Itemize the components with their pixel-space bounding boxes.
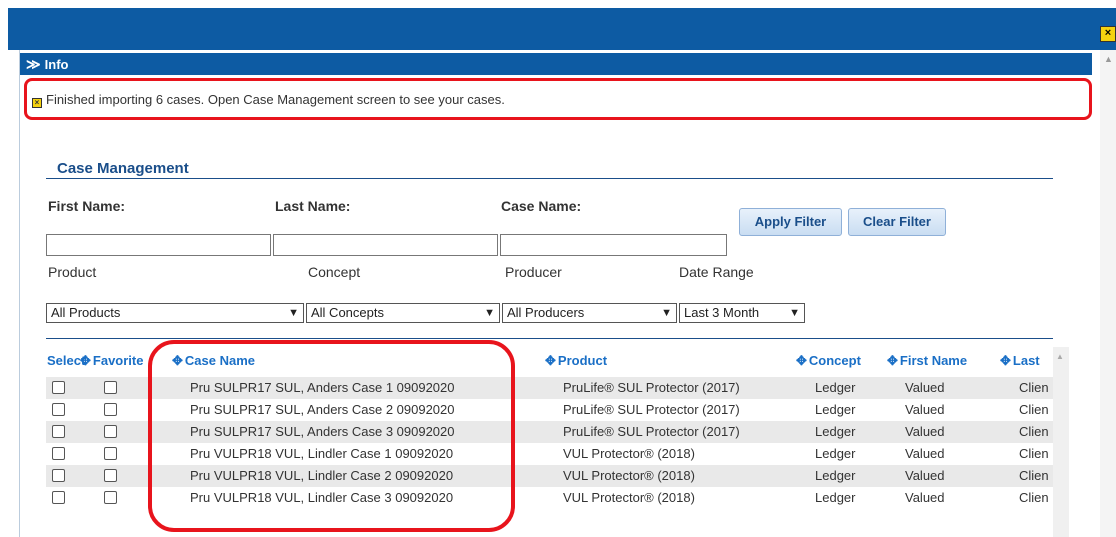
col-first-name-header[interactable]: ✥ First Name <box>887 353 967 369</box>
concept-cell: Ledger <box>815 490 856 505</box>
first-name-cell: Valued <box>905 402 945 417</box>
info-panel-header[interactable]: ≫ Info <box>20 53 1092 75</box>
scroll-up-icon[interactable]: ▲ <box>1056 352 1064 361</box>
move-column-icon[interactable]: ✥ <box>796 353 807 368</box>
clear-filter-button[interactable]: Clear Filter <box>848 208 946 236</box>
producer-label: Producer <box>505 264 562 280</box>
chevron-down-icon: ▼ <box>661 307 672 319</box>
first-name-cell: Valued <box>905 468 945 483</box>
col-product-header[interactable]: ✥ Product <box>545 353 607 369</box>
table-divider <box>46 338 1053 339</box>
col-first-name-label: First Name <box>899 353 968 368</box>
col-last-name-label: Last <box>1012 353 1040 368</box>
col-concept-header[interactable]: ✥ Concept <box>796 353 861 369</box>
chevron-down-icon: ▼ <box>288 307 299 319</box>
product-cell: PruLife® SUL Protector (2017) <box>563 380 740 395</box>
page-scrollbar[interactable]: ▲ <box>1100 50 1116 537</box>
product-cell: VUL Protector® (2018) <box>563 446 695 461</box>
product-label: Product <box>48 264 97 280</box>
favorite-checkbox[interactable] <box>104 447 117 460</box>
col-product-label: Product <box>557 353 608 368</box>
info-title: Info <box>44 57 69 72</box>
favorite-checkbox[interactable] <box>104 425 117 438</box>
move-column-icon[interactable]: ✥ <box>1000 353 1011 368</box>
select-checkbox[interactable] <box>52 469 65 482</box>
concept-cell: Ledger <box>815 446 856 461</box>
product-cell: PruLife® SUL Protector (2017) <box>563 402 740 417</box>
chevron-down-icon: ▼ <box>789 307 800 319</box>
concept-select-value: All Concepts <box>311 305 384 320</box>
scroll-up-icon[interactable]: ▲ <box>1104 54 1113 64</box>
concept-cell: Ledger <box>815 402 856 417</box>
select-checkbox[interactable] <box>52 381 65 394</box>
favorite-checkbox[interactable] <box>104 403 117 416</box>
favorite-checkbox[interactable] <box>104 491 117 504</box>
info-message-text: Finished importing 6 cases. Open Case Ma… <box>46 92 505 107</box>
concept-label: Concept <box>308 264 361 280</box>
product-cell: PruLife® SUL Protector (2017) <box>563 424 740 439</box>
col-favorite-label: Favorite <box>92 353 144 368</box>
move-column-icon[interactable]: ✥ <box>887 353 898 368</box>
date-range-label: Date Range <box>679 264 754 280</box>
first-name-label: First Name: <box>48 198 126 214</box>
last-name-cell: Clien <box>1019 402 1049 417</box>
section-divider <box>46 178 1053 179</box>
first-name-input[interactable] <box>46 234 271 256</box>
select-checkbox[interactable] <box>52 425 65 438</box>
producer-select-value: All Producers <box>507 305 585 320</box>
case-name-label: Case Name: <box>501 198 582 214</box>
collapse-chevron-icon[interactable]: ≫ <box>26 53 41 75</box>
concept-cell: Ledger <box>815 468 856 483</box>
favorite-checkbox[interactable] <box>104 381 117 394</box>
producer-select[interactable]: All Producers ▼ <box>502 303 677 323</box>
col-favorite-header[interactable]: ✥ Favorite <box>80 353 152 369</box>
close-icon[interactable]: × <box>1100 26 1116 42</box>
first-name-cell: Valued <box>905 490 945 505</box>
last-name-label: Last Name: <box>275 198 351 214</box>
last-name-cell: Clien <box>1019 468 1049 483</box>
product-select-value: All Products <box>51 305 121 320</box>
col-last-name-header[interactable]: ✥ Last <box>1000 353 1040 369</box>
last-name-cell: Clien <box>1019 380 1049 395</box>
first-name-cell: Valued <box>905 446 945 461</box>
date-range-select-value: Last 3 Month <box>684 305 760 320</box>
product-cell: VUL Protector® (2018) <box>563 490 695 505</box>
col-concept-label: Concept <box>808 353 861 368</box>
select-checkbox[interactable] <box>52 447 65 460</box>
product-cell: VUL Protector® (2018) <box>563 468 695 483</box>
section-title: Case Management <box>57 160 189 177</box>
move-column-icon[interactable]: ✥ <box>545 353 556 368</box>
concept-cell: Ledger <box>815 424 856 439</box>
select-checkbox[interactable] <box>52 491 65 504</box>
window-titlebar: × <box>8 8 1116 50</box>
last-name-cell: Clien <box>1019 446 1049 461</box>
apply-filter-button[interactable]: Apply Filter <box>739 208 842 236</box>
date-range-select[interactable]: Last 3 Month ▼ <box>679 303 805 323</box>
favorite-checkbox[interactable] <box>104 469 117 482</box>
chevron-down-icon: ▼ <box>484 307 495 319</box>
info-message: × Finished importing 6 cases. Open Case M… <box>32 92 505 108</box>
case-name-highlight <box>148 340 515 532</box>
select-checkbox[interactable] <box>52 403 65 416</box>
last-name-cell: Clien <box>1019 424 1049 439</box>
first-name-cell: Valued <box>905 380 945 395</box>
warning-icon: × <box>32 98 42 108</box>
left-frame-edge <box>8 50 20 537</box>
product-select[interactable]: All Products ▼ <box>46 303 304 323</box>
last-name-input[interactable] <box>273 234 498 256</box>
move-column-icon[interactable]: ✥ <box>80 353 91 368</box>
concept-select[interactable]: All Concepts ▼ <box>306 303 500 323</box>
first-name-cell: Valued <box>905 424 945 439</box>
last-name-cell: Clien <box>1019 490 1049 505</box>
table-scrollbar[interactable]: ▲ <box>1053 347 1069 537</box>
concept-cell: Ledger <box>815 380 856 395</box>
case-name-input[interactable] <box>500 234 727 256</box>
